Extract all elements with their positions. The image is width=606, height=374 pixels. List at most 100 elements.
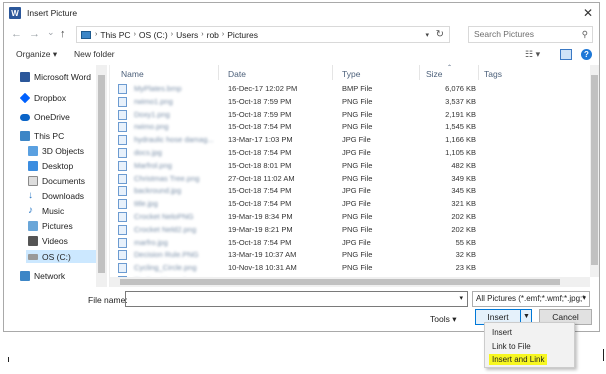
table-row[interactable]: title.jpg 15-Oct-18 7:54 PM JPG File 321 KB <box>115 198 585 210</box>
column-header-tags[interactable]: Tags <box>484 69 502 79</box>
horizontal-scrollbar[interactable] <box>110 277 590 287</box>
sidebar-item-this-pc[interactable]: This PC <box>20 131 64 141</box>
table-row[interactable]: Cycling_Circle.png 10-Nov-18 10:31 AM PNG … <box>115 262 585 274</box>
file-date: 15-Oct-18 7:54 PM <box>228 237 292 247</box>
tools-button[interactable]: Tools ▾ <box>430 314 456 325</box>
breadcrumb-this-pc[interactable]: This PC <box>100 30 130 40</box>
menu-item-link-to-file[interactable]: Link to File <box>489 341 534 352</box>
table-row[interactable]: Crocket NeloPNG 19-Mar-19 8:34 PM PNG File… <box>115 211 585 223</box>
file-date: 15-Oct-18 8:01 PM <box>228 160 292 170</box>
address-dropdown-icon[interactable]: ▾ <box>425 31 429 39</box>
table-row[interactable]: Crocket Neld2.png 19-Mar-19 8:21 PM PNG Fi… <box>115 224 585 236</box>
file-list-scroll-thumb[interactable] <box>591 75 598 265</box>
sidebar-item-network[interactable]: Network <box>20 271 65 281</box>
table-row[interactable]: rwimo1.png 15-Oct-18 7:59 PM PNG File 3,537… <box>115 96 585 108</box>
column-header-date[interactable]: Date <box>228 69 246 79</box>
up-icon[interactable]: ↑ <box>60 28 66 40</box>
sidebar-item-os-c[interactable]: OS (C:) <box>26 250 96 263</box>
refresh-icon[interactable]: ↻ <box>436 29 444 40</box>
file-type-filter[interactable]: All Pictures (*.emf;*.wmf;*.jpg;* ▾ <box>472 291 590 307</box>
close-icon[interactable]: ✕ <box>583 6 593 20</box>
sidebar-item-videos[interactable]: Videos <box>28 236 68 246</box>
navigation-scrollbar[interactable] <box>96 65 107 287</box>
breadcrumb-pictures[interactable]: Pictures <box>227 30 258 40</box>
sidebar-item-documents[interactable]: Documents <box>28 176 85 186</box>
cloud-icon <box>20 113 30 121</box>
sidebar-item-music[interactable]: ♪ Music <box>28 206 64 217</box>
file-type: PNG File <box>342 109 373 119</box>
file-type: PNG File <box>342 224 373 234</box>
forward-icon[interactable]: → <box>29 28 40 40</box>
table-row[interactable]: docs.jpg 15-Oct-18 7:54 PM JPG File 1,105 K… <box>115 147 585 159</box>
breadcrumb-users[interactable]: Users <box>176 30 198 40</box>
file-icon <box>118 109 127 120</box>
file-name-dropdown-icon[interactable]: ▾ <box>459 294 463 302</box>
search-input[interactable]: Search Pictures ⚲ <box>468 26 593 43</box>
menu-item-insert-and-link[interactable]: Insert and Link <box>489 354 548 365</box>
file-size: 321 KB <box>451 199 476 209</box>
table-row[interactable]: rwimo.png 15-Oct-18 7:54 PM PNG File 1,545 … <box>115 121 585 133</box>
breadcrumb-os-c[interactable]: OS (C:) <box>139 30 168 40</box>
view-options-icon[interactable]: ☷ ▾ <box>525 49 540 60</box>
file-icon <box>118 135 127 146</box>
table-row[interactable]: Marfrol.png 15-Oct-18 8:01 PM PNG File 482 … <box>115 160 585 172</box>
file-name: marfro.jpg <box>134 237 168 247</box>
documents-icon <box>28 176 38 186</box>
column-header-type[interactable]: Type <box>342 69 360 79</box>
file-name: backround.jpg <box>134 186 182 196</box>
file-icon <box>118 122 127 133</box>
sidebar-item-pictures[interactable]: Pictures <box>28 221 73 231</box>
back-icon[interactable]: ← <box>11 28 22 40</box>
file-list-scrollbar[interactable] <box>590 65 599 277</box>
navigation-scroll-thumb[interactable] <box>98 75 105 273</box>
table-row[interactable]: Doxy1.png 15-Oct-18 7:59 PM PNG File 2,191 … <box>115 109 585 121</box>
sidebar-item-3d-objects[interactable]: 3D Objects <box>28 146 84 156</box>
table-row[interactable]: Christmas Tree.png 27-Oct-18 11:02 AM PNG … <box>115 173 585 185</box>
title-bar: W Insert Picture ✕ <box>4 3 599 23</box>
recent-locations-icon[interactable]: ⌄ <box>47 27 55 38</box>
file-name: rwimo.png <box>134 122 169 132</box>
breadcrumb-rob[interactable]: rob <box>207 30 219 40</box>
cube-icon <box>28 146 38 156</box>
cursor-mark <box>603 349 604 361</box>
file-size: 202 KB <box>451 212 476 221</box>
file-icon <box>118 250 127 261</box>
file-name-input[interactable]: ▾ <box>125 291 468 307</box>
table-row[interactable]: Decision Rule.PNG 13-Mar-19 10:37 AM PNG F… <box>115 249 585 261</box>
file-list: Name Date Type Size ⌃ Tags MyPlates.bmp 1… <box>110 65 588 287</box>
help-icon[interactable]: ? <box>581 49 592 60</box>
file-name: Crocket NeloPNG <box>134 212 194 221</box>
sidebar-item-microsoft-word[interactable]: Microsoft Word <box>20 72 91 82</box>
sidebar-item-dropbox[interactable]: Dropbox <box>19 92 66 104</box>
file-size: 349 KB <box>451 173 476 183</box>
preview-pane-icon[interactable] <box>560 49 572 60</box>
toolbar: Organize ▾ New folder ☷ ▾ ? <box>4 46 599 64</box>
computer-icon <box>81 30 91 39</box>
column-header-name[interactable]: Name <box>121 69 144 79</box>
file-type: PNG File <box>342 173 373 183</box>
table-row[interactable]: MyPlates.bmp 16-Dec-17 12:02 PM BMP File 6,… <box>115 83 585 95</box>
column-header-size[interactable]: Size <box>426 69 443 79</box>
file-icon <box>118 173 127 184</box>
menu-item-insert[interactable]: Insert <box>489 327 515 338</box>
sidebar-item-downloads[interactable]: ↓ Downloads <box>28 191 84 202</box>
file-icon <box>118 148 127 158</box>
new-folder-button[interactable]: New folder <box>74 49 115 59</box>
file-name: Marfrol.png <box>134 160 172 170</box>
table-row[interactable]: marfro.jpg 15-Oct-18 7:54 PM JPG File 55 KB <box>115 237 585 249</box>
sidebar-item-onedrive[interactable]: OneDrive <box>20 112 70 122</box>
file-size: 32 KB <box>455 250 476 260</box>
address-bar[interactable]: › This PC › OS (C:) › Users › rob › Pict… <box>76 26 450 43</box>
table-row[interactable]: hydraulic hose damag... 13-Mar-17 1:03 PM… <box>115 134 585 146</box>
file-type: PNG File <box>342 160 373 170</box>
table-row[interactable]: backround.jpg 15-Oct-18 7:54 PM JPG File 34… <box>115 185 585 197</box>
file-name-label: File name: <box>88 295 128 305</box>
file-type: PNG File <box>342 96 373 106</box>
file-date: 15-Oct-18 7:54 PM <box>228 148 292 157</box>
file-type: PNG File <box>342 122 373 132</box>
organize-button[interactable]: Organize ▾ <box>16 49 57 60</box>
file-name: hydraulic hose damag... <box>134 135 214 145</box>
horizontal-scroll-thumb[interactable] <box>120 279 560 285</box>
sidebar-item-desktop[interactable]: Desktop <box>28 161 73 171</box>
dropbox-icon <box>19 92 31 104</box>
